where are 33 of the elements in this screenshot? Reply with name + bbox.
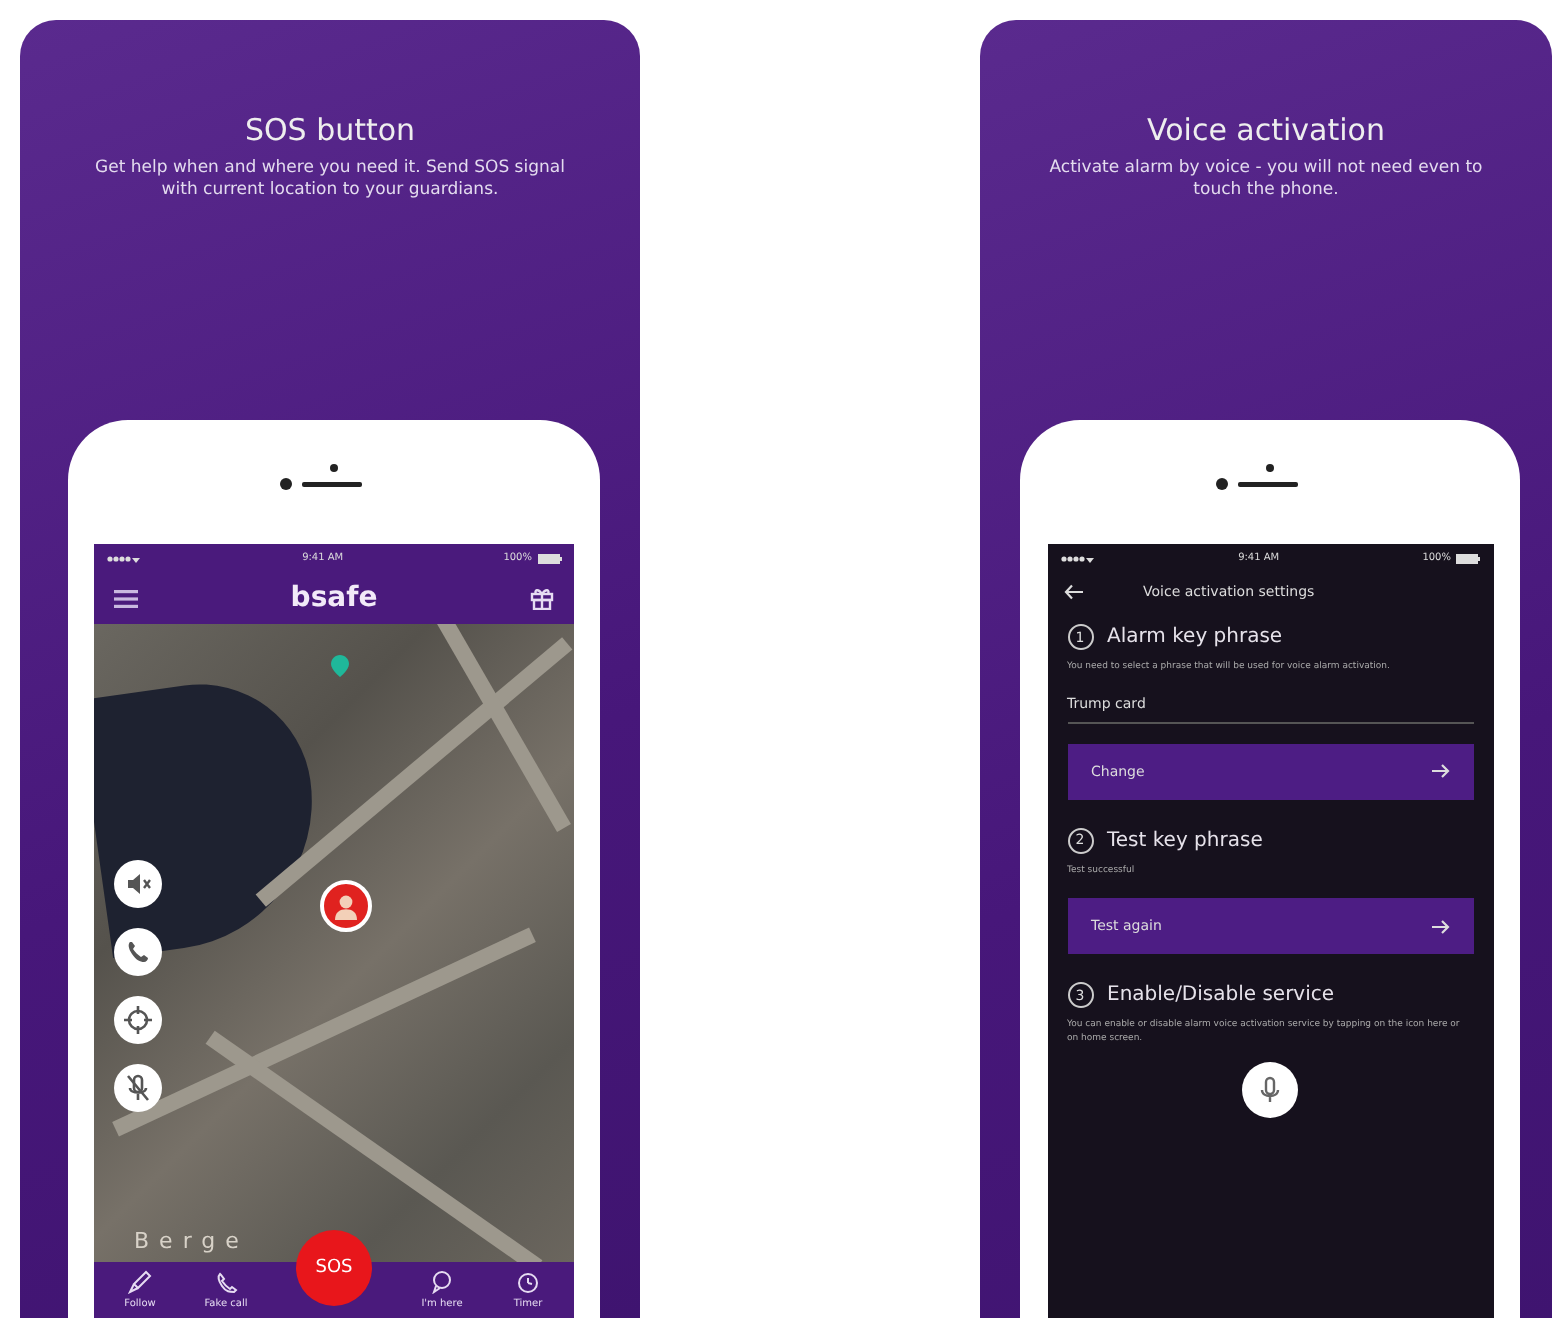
arrow-right-icon bbox=[1431, 764, 1449, 778]
crosshair-button[interactable] bbox=[114, 996, 162, 1044]
card-title: SOS button bbox=[244, 112, 416, 148]
back-arrow-icon[interactable] bbox=[1063, 584, 1083, 600]
speaker-icon bbox=[122, 868, 154, 900]
section-title: Test key phrase bbox=[1107, 829, 1263, 851]
microphone-button[interactable] bbox=[1242, 1062, 1298, 1118]
mic-off-icon bbox=[122, 1072, 154, 1104]
phone-icon bbox=[214, 1270, 238, 1294]
map-place-label: Berge bbox=[134, 1228, 249, 1254]
card-title: Voice activation bbox=[1147, 112, 1385, 148]
section-title: Alarm key phrase bbox=[1107, 626, 1283, 648]
signal-icon bbox=[106, 553, 142, 563]
sos-button[interactable]: SOS bbox=[296, 1230, 372, 1306]
signal-icon bbox=[1059, 553, 1095, 563]
arrow-right-icon bbox=[1431, 919, 1449, 933]
battery-icon bbox=[537, 553, 562, 563]
section-title: Enable/Disable service bbox=[1107, 984, 1335, 1006]
battery-icon bbox=[1456, 553, 1481, 563]
app-logo: bsafe bbox=[290, 582, 378, 614]
microphone-icon bbox=[1260, 1076, 1280, 1104]
location-pin-icon bbox=[330, 654, 350, 678]
timer-icon bbox=[516, 1270, 540, 1294]
card-description: Get help when and where you need it. Send SOS signal with current location to your guardians. bbox=[93, 158, 567, 202]
crosshair-icon bbox=[122, 1004, 154, 1036]
card-description: Activate alarm by voice - you will not need even to touch the phone. bbox=[1047, 158, 1485, 202]
chat-bubble-icon bbox=[430, 1270, 454, 1294]
gift-icon[interactable] bbox=[529, 586, 554, 610]
mic-off-button[interactable] bbox=[114, 1064, 162, 1112]
person-icon bbox=[332, 892, 360, 920]
phone-button[interactable] bbox=[114, 928, 162, 976]
avatar-circle[interactable] bbox=[320, 880, 372, 932]
menu-icon[interactable] bbox=[114, 589, 138, 607]
